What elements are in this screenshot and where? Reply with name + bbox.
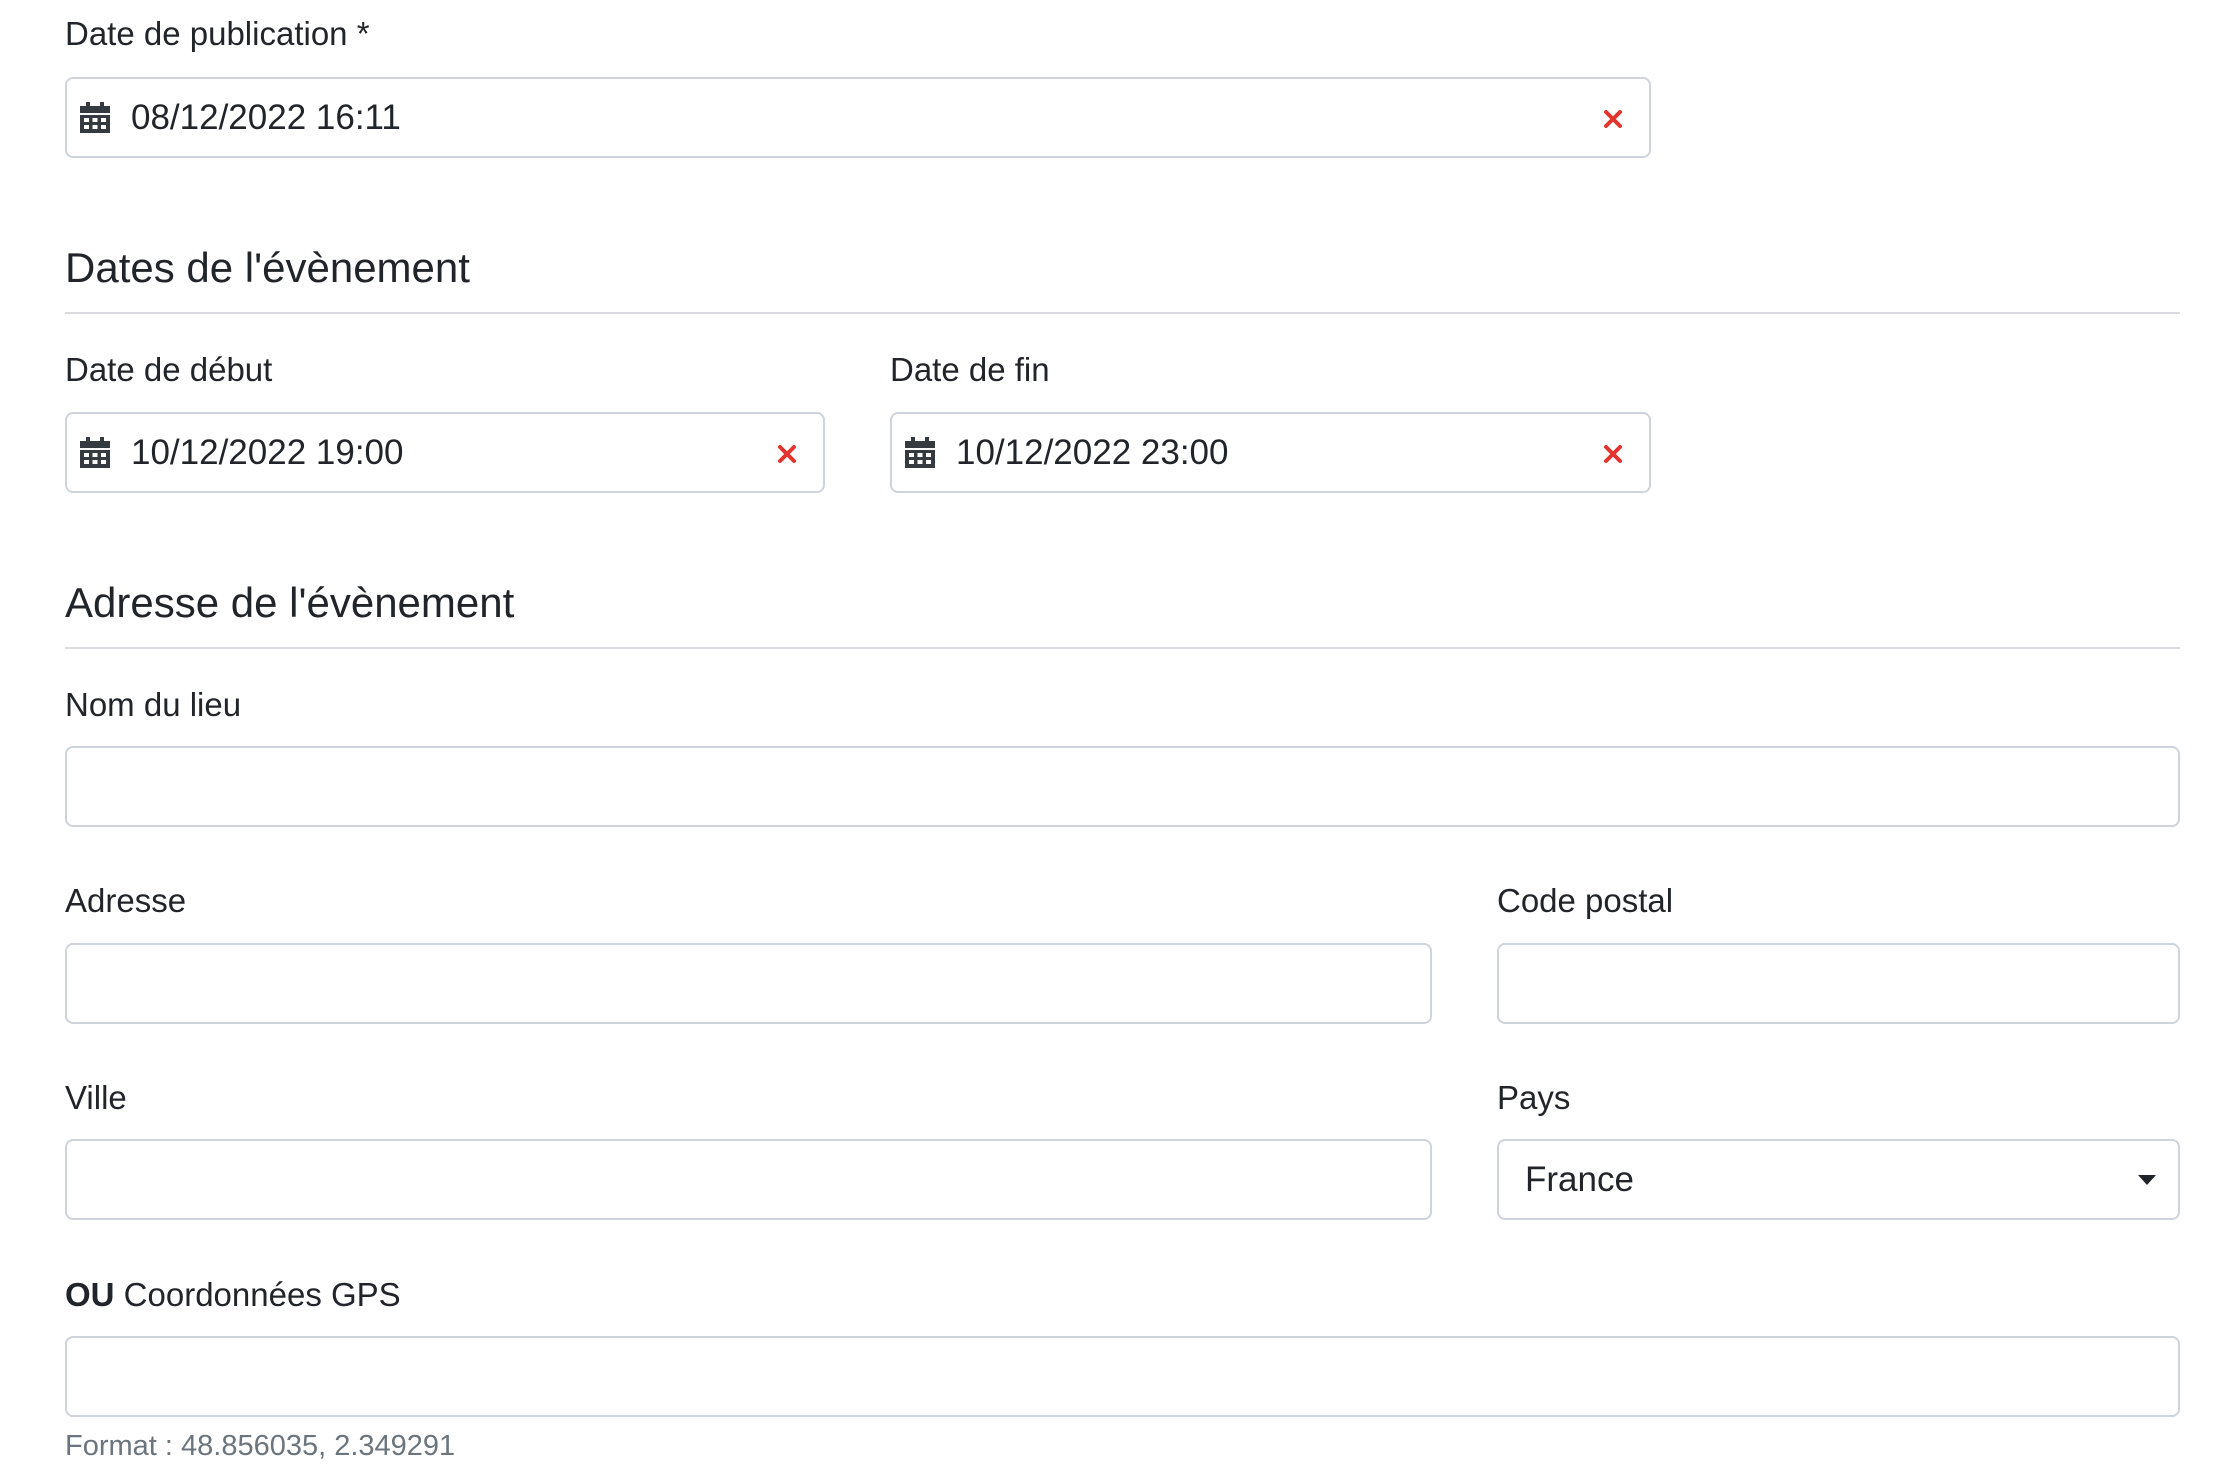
clear-x-icon[interactable] [1601,107,1625,131]
end-date-label: Date de fin [890,351,1050,388]
gps-coordinates-input[interactable] [65,1336,2180,1417]
end-date-field[interactable]: 10/12/2022 23:00 [890,412,1651,493]
venue-name-label: Nom du lieu [65,686,242,723]
publication-date-value: 08/12/2022 16:11 [131,98,401,137]
city-input[interactable] [65,1139,1432,1220]
event-dates-title: Dates de l'évènement [65,244,470,291]
country-label: Pays [1497,1079,1571,1116]
end-date-value: 10/12/2022 23:00 [956,433,1229,472]
country-selected-value: France [1525,1160,1634,1199]
section-divider [65,647,2180,649]
postal-code-label: Code postal [1497,882,1674,919]
address-label: Adresse [65,882,187,919]
caret-down-icon [2138,1175,2156,1185]
start-date-value: 10/12/2022 19:00 [131,433,404,472]
gps-format-help: Format : 48.856035, 2.349291 [65,1430,456,1462]
venue-name-input[interactable] [65,746,2180,827]
gps-label-prefix: OU [65,1276,115,1313]
city-label: Ville [65,1079,127,1116]
publication-date-field[interactable]: 08/12/2022 16:11 [65,77,1651,158]
calendar-icon [80,437,110,468]
calendar-icon [905,437,935,468]
country-select[interactable]: France [1497,1139,2180,1220]
address-input[interactable] [65,943,1432,1024]
publication-date-label: Date de publication * [65,15,370,52]
section-divider [65,312,2180,314]
start-date-field[interactable]: 10/12/2022 19:00 [65,412,825,493]
gps-label: OU Coordonnées GPS [65,1275,401,1315]
calendar-icon [80,102,110,133]
postal-code-input[interactable] [1497,943,2180,1024]
event-address-title: Adresse de l'évènement [65,579,515,626]
clear-x-icon[interactable] [1601,442,1625,466]
start-date-label: Date de début [65,351,273,388]
clear-x-icon[interactable] [775,442,799,466]
gps-label-text: Coordonnées GPS [123,1276,401,1313]
